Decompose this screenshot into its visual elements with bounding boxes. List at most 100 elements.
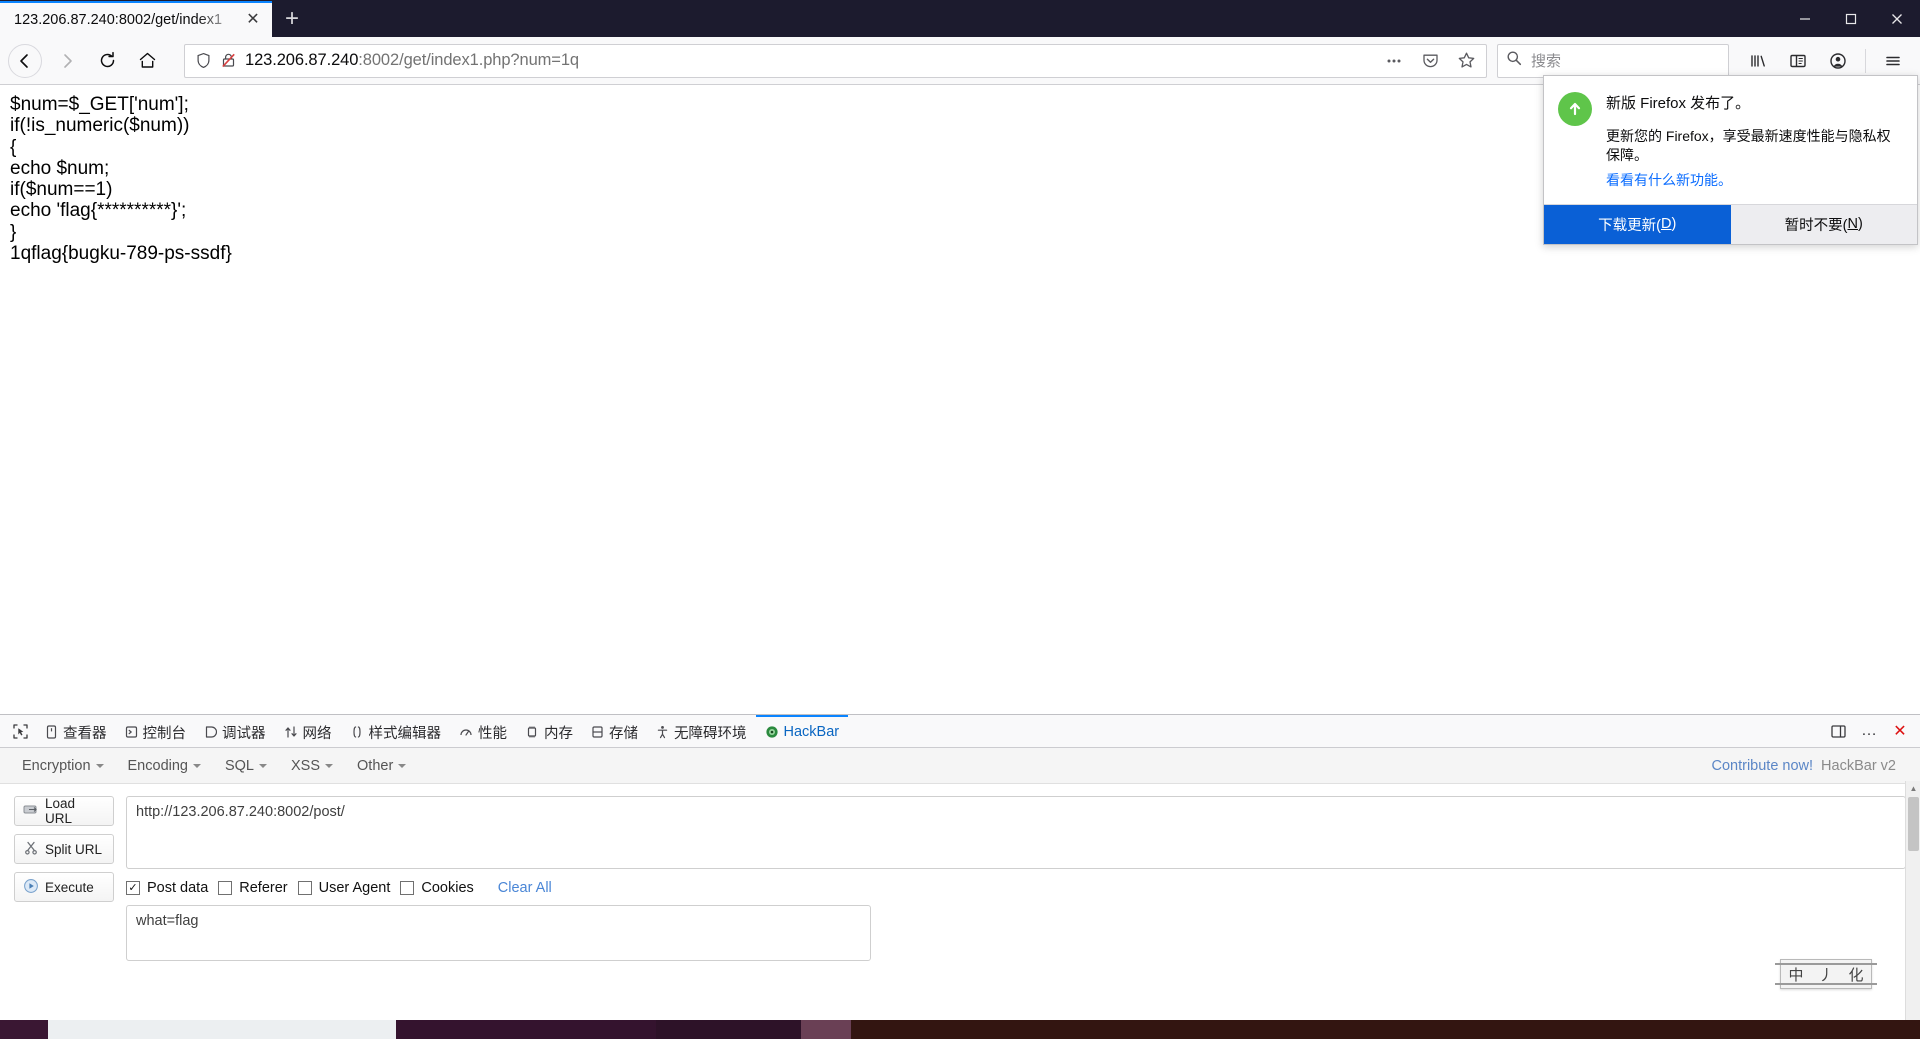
- devtools-tab-hackbar[interactable]: HackBar: [755, 715, 849, 747]
- user-agent-checkbox[interactable]: User Agent: [297, 880, 390, 896]
- ime-glyph-2[interactable]: 丿: [1818, 964, 1833, 985]
- devtools-tab-label: 查看器: [63, 725, 107, 742]
- forward-button[interactable]: [48, 42, 86, 80]
- ime-mode-chinese[interactable]: 中: [1788, 964, 1803, 985]
- devtools-tab-label: 样式编辑器: [368, 725, 442, 742]
- devtools-tab-performance[interactable]: 性能: [450, 715, 516, 747]
- hackbar-menu-label: SQL: [224, 757, 254, 774]
- bookmark-star-icon[interactable]: [1452, 47, 1480, 75]
- browser-tab[interactable]: 123.206.87.240:8002/get/index1 ✕: [0, 1, 272, 37]
- search-icon: [1506, 50, 1522, 71]
- taskbar-item[interactable]: [801, 1020, 851, 1039]
- checkbox-box: [297, 881, 312, 895]
- taskbar-window[interactable]: [48, 1020, 396, 1039]
- shield-icon[interactable]: [195, 52, 212, 69]
- library-icon[interactable]: [1739, 42, 1777, 80]
- devtools-tab-console[interactable]: 控制台: [116, 715, 196, 747]
- taskbar-tray[interactable]: [851, 1020, 1920, 1039]
- ime-glyph-3[interactable]: 化: [1848, 964, 1863, 985]
- devtools-tab-label: HackBar: [783, 724, 840, 740]
- pocket-icon[interactable]: [1416, 47, 1444, 75]
- devtools-scrollbar[interactable]: ▲: [1905, 781, 1920, 1020]
- back-button[interactable]: [8, 43, 42, 78]
- taskbar-item[interactable]: [656, 1020, 801, 1039]
- hackbar-menu-label: XSS: [291, 757, 321, 774]
- split-url-button[interactable]: Split URL: [14, 834, 114, 864]
- address-bar[interactable]: 123.206.87.240:8002/get/index1.php?num=1…: [184, 43, 1487, 78]
- taskbar-start[interactable]: [0, 1020, 48, 1039]
- account-icon[interactable]: [1819, 42, 1857, 80]
- network-icon: [284, 725, 298, 739]
- dock-toggle-icon[interactable]: [1824, 717, 1852, 745]
- hackbar-icon: [765, 725, 779, 739]
- update-popup-title: 新版 Firefox 发布了。: [1606, 95, 1751, 112]
- url-path: :8002/get/index1.php?num=1q: [358, 51, 579, 69]
- load-url-button[interactable]: Load URL: [14, 796, 114, 826]
- devtools-more-icon[interactable]: …: [1855, 717, 1883, 745]
- cookies-checkbox[interactable]: Cookies: [400, 880, 474, 896]
- home-button[interactable]: [128, 42, 166, 80]
- new-tab-button[interactable]: +: [272, 1, 312, 37]
- element-picker-icon[interactable]: [4, 715, 36, 747]
- search-bar[interactable]: 搜索: [1497, 43, 1729, 78]
- performance-icon: [459, 725, 473, 739]
- scroll-up-arrow[interactable]: ▲: [1906, 781, 1920, 796]
- split-url-label: Split URL: [45, 841, 103, 857]
- update-arrow-icon: [1558, 92, 1592, 126]
- taskbar-item[interactable]: [396, 1020, 656, 1039]
- ime-language-bar[interactable]: 中 丿 化: [1775, 959, 1877, 989]
- not-now-label: 暂时不要(: [1784, 217, 1848, 234]
- devtools-tab-label: 无障碍环境: [674, 725, 747, 742]
- scrollbar-thumb[interactable]: [1908, 797, 1919, 851]
- devtools-tab-network[interactable]: 网络: [275, 715, 341, 747]
- devtools-tab-label: 调试器: [222, 725, 266, 742]
- not-now-button[interactable]: 暂时不要(N): [1730, 204, 1917, 244]
- chevron-down-icon: [259, 763, 267, 768]
- toolbar-divider: [1865, 48, 1866, 73]
- cookies-label: Cookies: [421, 880, 474, 896]
- devtools-tab-accessibility[interactable]: 无障碍环境: [647, 715, 756, 747]
- execute-button[interactable]: Execute: [14, 872, 114, 902]
- reload-button[interactable]: [88, 42, 126, 80]
- contribute-link[interactable]: Contribute now!: [1711, 758, 1817, 774]
- post-data-textarea[interactable]: what=flag: [126, 905, 871, 961]
- devtools-tab-inspector[interactable]: 查看器: [36, 715, 116, 747]
- hackbar-menu-encoding[interactable]: Encoding: [118, 753, 211, 779]
- devtools-close-icon[interactable]: ✕: [1886, 717, 1914, 745]
- hackbar-menu-sql[interactable]: SQL: [215, 753, 277, 779]
- checkbox-box: [218, 881, 233, 895]
- whats-new-link[interactable]: 看看有什么新功能。: [1606, 170, 1903, 190]
- post-data-checkbox[interactable]: ✓ Post data: [126, 880, 208, 896]
- update-popup-actions: 下载更新(D) 暂时不要(N): [1544, 203, 1917, 244]
- url-textarea[interactable]: http://123.206.87.240:8002/post/: [126, 796, 1906, 869]
- load-url-label: Load URL: [45, 796, 76, 826]
- devtools-tab-memory[interactable]: 内存: [516, 715, 582, 747]
- load-url-icon: [23, 803, 39, 820]
- insecure-connection-icon[interactable]: [220, 52, 237, 69]
- hackbar-menu-xss[interactable]: XSS: [281, 753, 343, 779]
- hackbar-menu-encryption[interactable]: Encryption: [12, 753, 114, 779]
- devtools-tab-debugger[interactable]: 调试器: [195, 715, 275, 747]
- maximize-button[interactable]: [1828, 0, 1874, 37]
- taskbar[interactable]: [0, 1020, 1920, 1039]
- page-actions-icon[interactable]: [1380, 47, 1408, 75]
- minimize-button[interactable]: [1782, 0, 1828, 37]
- not-now-accesskey: N: [1847, 216, 1858, 233]
- devtools-tabbar: 查看器 控制台 调试器 网络 样式编辑器 性能 内存 存储 无障碍环境 Hack…: [0, 715, 1920, 748]
- download-update-button[interactable]: 下载更新(D): [1544, 204, 1731, 244]
- chevron-down-icon: [192, 763, 201, 768]
- close-window-button[interactable]: [1874, 0, 1920, 37]
- referer-checkbox[interactable]: Referer: [218, 880, 288, 896]
- devtools-tab-style-editor[interactable]: 样式编辑器: [341, 715, 451, 747]
- hackbar-menu-other[interactable]: Other: [347, 753, 416, 779]
- hamburger-menu-icon[interactable]: [1874, 42, 1912, 80]
- devtools-tab-storage[interactable]: 存储: [582, 715, 647, 747]
- flag-output-line: 1qflag{bugku-789-ps-ssdf}: [10, 243, 232, 265]
- close-tab-icon[interactable]: ✕: [242, 9, 264, 31]
- search-input[interactable]: 搜索: [1531, 50, 1561, 71]
- sidebar-icon[interactable]: [1779, 42, 1817, 80]
- devtools-tab-label: 存储: [609, 725, 638, 742]
- devtools-panel: 查看器 控制台 调试器 网络 样式编辑器 性能 内存 存储 无障碍环境 Hack…: [0, 714, 1920, 1020]
- clear-all-link[interactable]: Clear All: [498, 880, 552, 896]
- hackbar-menu-label: Encoding: [127, 757, 188, 774]
